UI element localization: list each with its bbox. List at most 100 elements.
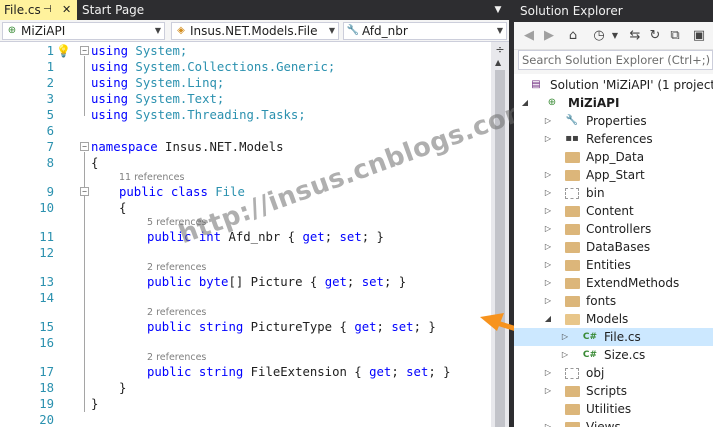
collapsed-triangle-icon[interactable]: ▷ — [543, 238, 553, 256]
collapsed-triangle-icon[interactable]: ▷ — [543, 202, 553, 220]
tree-node-label: File.cs — [604, 330, 641, 344]
code-line: using System.Linq; — [91, 75, 224, 91]
project-icon: ⊕ — [547, 97, 557, 108]
collapsed-triangle-icon[interactable]: ▷ — [543, 382, 553, 400]
refresh-icon[interactable]: ↻ — [646, 27, 664, 45]
lightbulb-icon[interactable]: 💡 — [56, 44, 71, 58]
split-editor-icon[interactable]: ÷ — [494, 44, 506, 56]
tree-node-utilities[interactable]: Utilities — [514, 400, 713, 418]
tree-node-content[interactable]: ▷ Content — [514, 202, 713, 220]
line-number: 13 — [39, 275, 54, 289]
tree-node-label: fonts — [586, 294, 617, 308]
collapsed-triangle-icon[interactable]: ▷ — [543, 184, 553, 202]
tree-node-bin[interactable]: ▷ bin — [514, 184, 713, 202]
collapse-usings-toggle[interactable]: − — [80, 46, 89, 55]
close-icon[interactable]: ✕ — [62, 0, 71, 20]
member-dropdown[interactable]: 🔧 Afd_nbr ▼ — [343, 22, 507, 40]
codelens-references[interactable]: 11 references — [119, 172, 184, 184]
keyword: byte — [191, 275, 229, 289]
tree-node-solution[interactable]: ▤ Solution 'MiZiAPI' (1 project) — [514, 76, 713, 94]
scrollbar-thumb[interactable] — [495, 70, 505, 427]
project-dropdown[interactable]: ⊕ MiZiAPI ▼ — [2, 22, 165, 40]
line-number: 6 — [46, 124, 54, 138]
collapse-class-toggle[interactable]: − — [80, 187, 89, 196]
line-number: 5 — [46, 108, 54, 122]
tree-node-properties[interactable]: ▷ 🔧 Properties — [514, 112, 713, 130]
folder-icon — [565, 386, 580, 397]
editor-vertical-scrollbar[interactable]: ÷ ▲ — [491, 42, 509, 427]
tab-file-cs[interactable]: File.cs ⊣ ✕ — [0, 0, 77, 20]
collapsed-triangle-icon[interactable]: ▷ — [560, 328, 570, 346]
collapsed-triangle-icon[interactable]: ▷ — [543, 112, 553, 130]
tab-start-page-label: Start Page — [82, 3, 145, 17]
tree-node-scripts[interactable]: ▷ Scripts — [514, 382, 713, 400]
tab-start-page[interactable]: Start Page — [78, 0, 158, 20]
collapse-namespace-toggle[interactable]: − — [80, 142, 89, 151]
codelens-references[interactable]: 2 references — [147, 262, 206, 274]
collapsed-triangle-icon[interactable]: ▷ — [543, 364, 553, 382]
tree-node-obj[interactable]: ▷ obj — [514, 364, 713, 382]
collapse-all-icon[interactable]: ⧉ — [666, 27, 684, 45]
chevron-down-icon: ▼ — [328, 26, 335, 35]
tree-node-file-cs[interactable]: ▷ C# File.cs — [514, 328, 713, 346]
code-line: { — [91, 156, 99, 170]
tree-node-controllers[interactable]: ▷ Controllers — [514, 220, 713, 238]
solution-tree: ▤ Solution 'MiZiAPI' (1 project) ◢ ⊕ MiZ… — [514, 74, 713, 427]
keyword: using — [91, 108, 129, 122]
tree-node-app-data[interactable]: App_Data — [514, 148, 713, 166]
tree-node-models[interactable]: ◢ Models — [514, 310, 713, 328]
tree-node-entities[interactable]: ▷ Entities — [514, 256, 713, 274]
collapsed-triangle-icon[interactable]: ▷ — [543, 256, 553, 274]
expanded-triangle-icon[interactable]: ◢ — [543, 310, 553, 328]
forward-arrow-icon[interactable]: ▶ — [540, 27, 558, 45]
tree-node-label: obj — [586, 366, 605, 380]
solution-explorer-search-input[interactable]: Search Solution Explorer (Ctrl+;) — [518, 50, 713, 70]
chevron-down-icon[interactable]: ▼ — [606, 27, 624, 45]
tree-node-databases[interactable]: ▷ DataBases — [514, 238, 713, 256]
scroll-up-icon[interactable]: ▲ — [495, 58, 501, 67]
collapsed-triangle-icon[interactable]: ▷ — [543, 130, 553, 148]
tab-overflow-chevron-icon[interactable]: ▼ — [492, 4, 504, 16]
code-area[interactable]: 💡 1 1 2 3 5 6 7 8 9 10 11 12 13 14 15 16… — [0, 42, 491, 427]
keyword: public — [147, 275, 192, 289]
code-text: ; } — [361, 230, 384, 244]
tree-node-project[interactable]: ◢ ⊕ MiZiAPI — [514, 94, 713, 112]
home-icon[interactable]: ⌂ — [564, 27, 582, 45]
expanded-triangle-icon[interactable]: ◢ — [520, 94, 530, 112]
collapsed-triangle-icon[interactable]: ▷ — [543, 292, 553, 310]
code-text: ; — [391, 365, 407, 379]
tree-node-references[interactable]: ▷ ▪▪ References — [514, 130, 713, 148]
type-name: File — [207, 185, 245, 199]
tree-node-app-start[interactable]: ▷ App_Start — [514, 166, 713, 184]
codelens-references[interactable]: 2 references — [147, 352, 206, 364]
codelens-references[interactable]: 2 references — [147, 307, 206, 319]
folder-outline-icon — [565, 188, 579, 199]
tree-node-views[interactable]: ▷ Views — [514, 418, 713, 427]
class-icon: ◈ — [177, 25, 185, 36]
code-text: ; } — [428, 365, 451, 379]
tree-node-label: Scripts — [586, 384, 628, 398]
show-all-files-icon[interactable]: ▣ — [690, 27, 708, 45]
type-dropdown[interactable]: ◈ Insus.NET.Models.File ▼ — [171, 22, 339, 40]
line-number: 1 — [46, 60, 54, 74]
tree-node-extendmethods[interactable]: ▷ ExtendMethods — [514, 274, 713, 292]
code-text: PictureType { — [243, 320, 355, 334]
folder-open-icon — [565, 314, 580, 325]
sync-icon[interactable]: ⇆ — [626, 27, 644, 45]
solution-explorer-title: Solution Explorer — [514, 0, 713, 22]
code-line: using System.Threading.Tasks; — [91, 107, 306, 123]
back-arrow-icon[interactable]: ◀ — [520, 27, 538, 45]
code-text: ; — [376, 320, 392, 334]
tree-node-size-cs[interactable]: ▷ C# Size.cs — [514, 346, 713, 364]
collapsed-triangle-icon[interactable]: ▷ — [560, 346, 570, 364]
folder-icon — [565, 242, 580, 253]
keyword: public — [147, 365, 192, 379]
collapsed-triangle-icon[interactable]: ▷ — [543, 418, 553, 427]
pin-icon[interactable]: ⊣ — [43, 0, 52, 20]
collapsed-triangle-icon[interactable]: ▷ — [543, 274, 553, 292]
collapsed-triangle-icon[interactable]: ▷ — [543, 220, 553, 238]
line-number: 10 — [39, 201, 54, 215]
collapsed-triangle-icon[interactable]: ▷ — [543, 166, 553, 184]
tree-node-fonts[interactable]: ▷ fonts — [514, 292, 713, 310]
codelens-references[interactable]: 5 references — [147, 217, 206, 229]
